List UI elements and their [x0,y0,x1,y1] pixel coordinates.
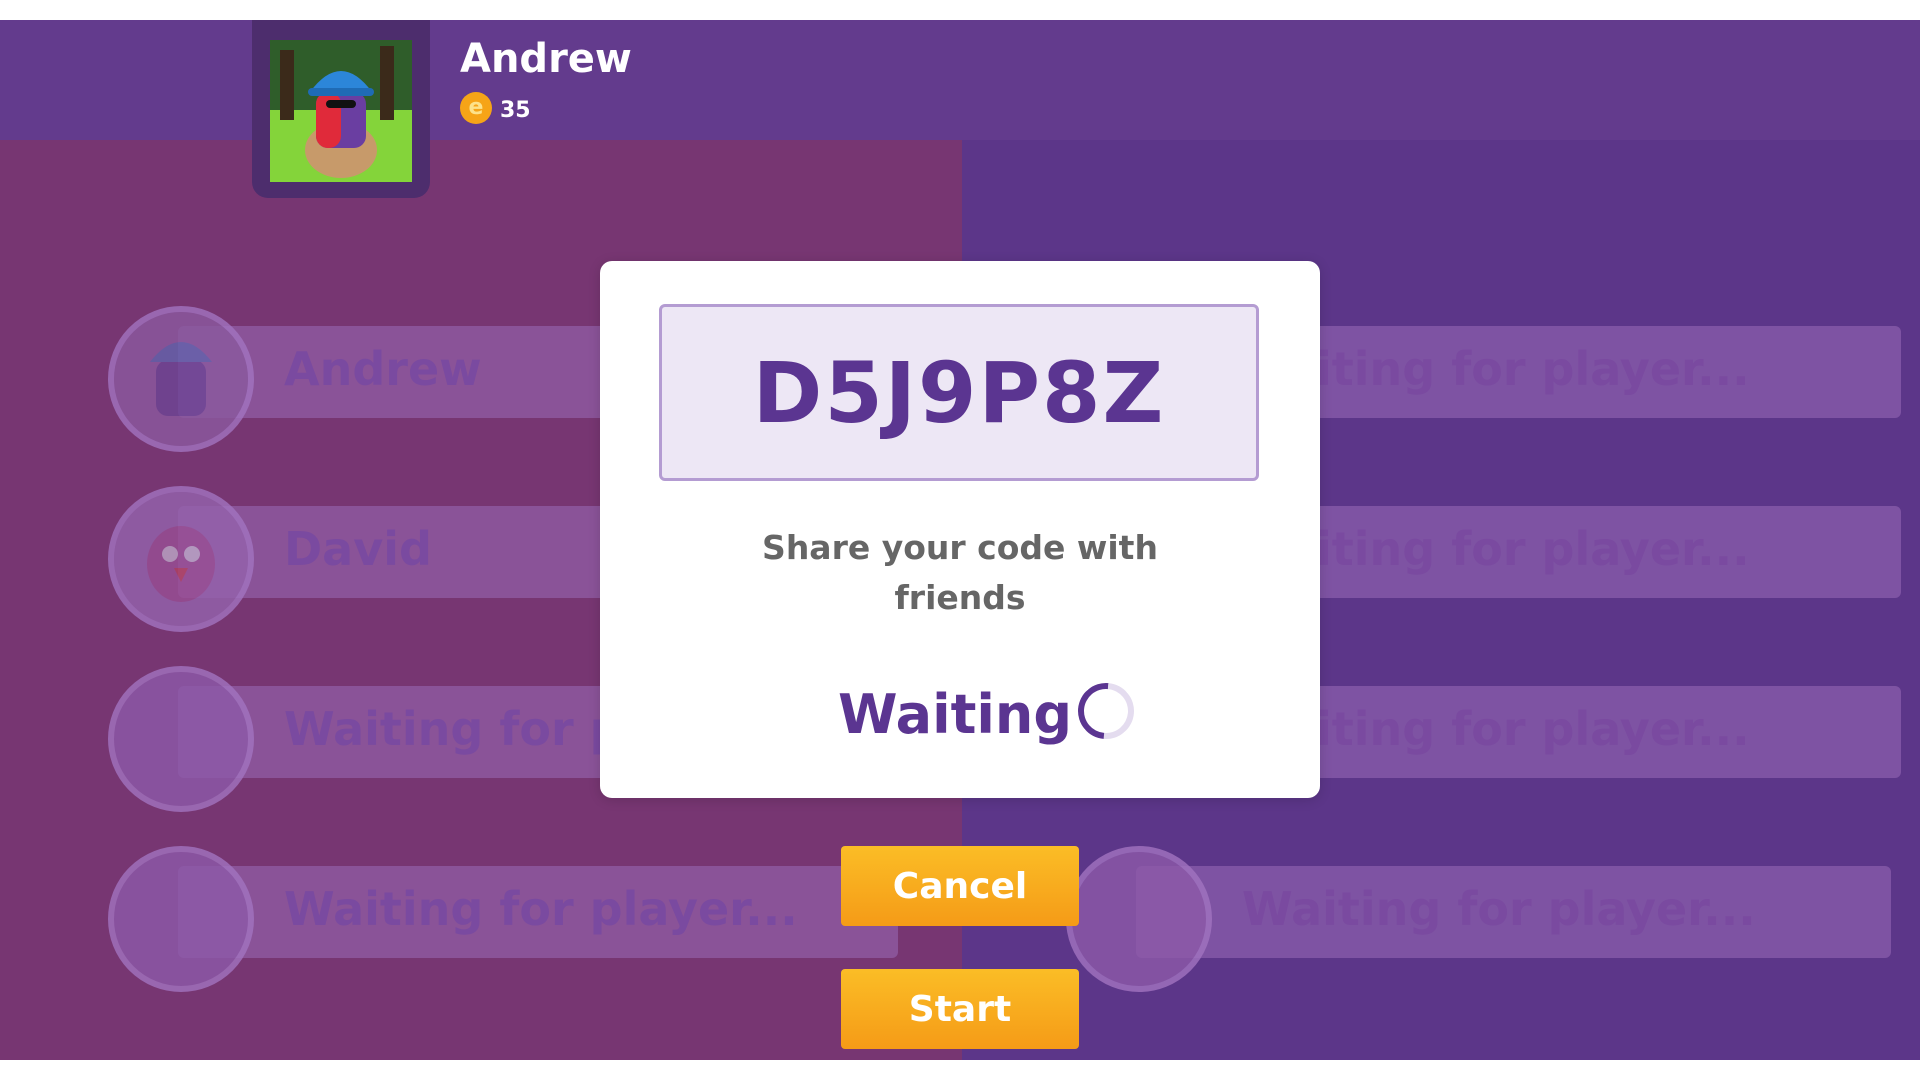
player-name: iting for player... [1316,702,1750,756]
player-name: Waiting for player... [1242,882,1756,936]
player-name: Waiting for player... [284,882,798,936]
player-name: David [284,522,432,576]
character-bird-icon [114,492,248,626]
player-name: Andrew [284,342,482,396]
profile-avatar-card[interactable] [252,20,430,198]
cancel-button[interactable]: Cancel [841,846,1079,926]
player-name: iting for player... [1316,342,1750,396]
waiting-label: Waiting [838,683,1073,746]
loading-spinner-icon [1066,671,1146,751]
coin-icon: e [460,92,492,124]
player-avatar [108,486,254,632]
empty-avatar [108,846,254,992]
profile-avatar [270,40,412,182]
character-cap-icon [270,40,412,182]
coin-count: 35 [500,98,531,123]
share-code-dialog: D5J9P8Z Share your code with friends Wai… [600,261,1320,798]
empty-avatar [108,666,254,812]
profile-name: Andrew [460,36,632,82]
share-instructions: Share your code with friends [762,528,1158,617]
game-code-box[interactable]: D5J9P8Z [659,304,1259,481]
game-lobby: Andrew e 35 Andrew David Waiting for pla… [0,20,1920,1060]
game-code: D5J9P8Z [752,343,1166,442]
start-button[interactable]: Start [841,969,1079,1049]
player-name: iting for player... [1316,522,1750,576]
empty-avatar [1066,846,1212,992]
character-cap-icon [114,312,248,446]
player-avatar [108,306,254,452]
